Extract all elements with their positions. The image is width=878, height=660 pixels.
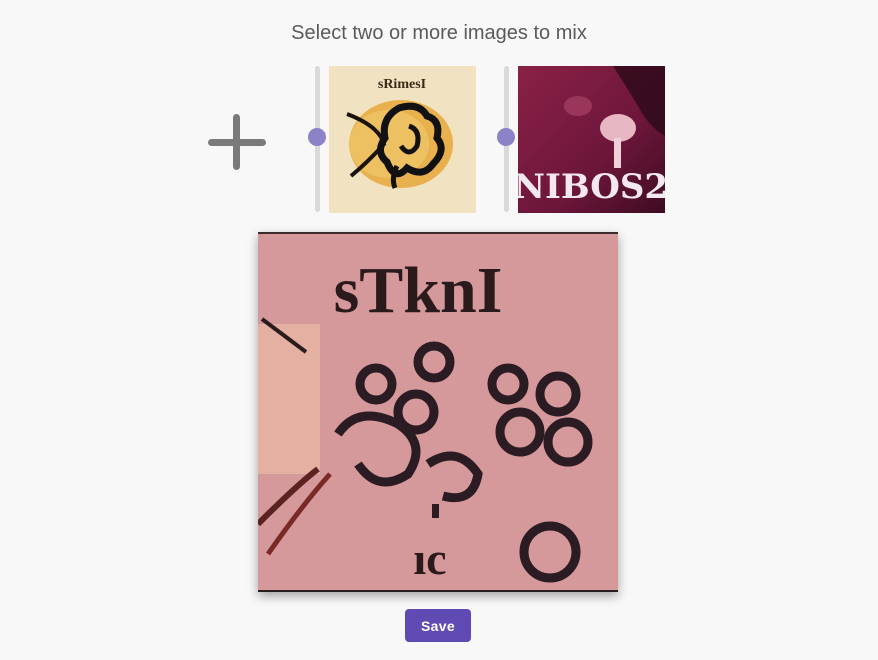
page-title: Select two or more images to mix (291, 22, 587, 44)
image-mixer-page: Select two or more images to mix sRimesI (0, 0, 878, 660)
slider-thumb[interactable] (497, 128, 515, 146)
source-image-1-art: sRimesI (329, 66, 476, 213)
add-image-button[interactable] (206, 112, 268, 174)
plus-icon (208, 114, 266, 170)
slider-thumb[interactable] (308, 128, 326, 146)
mixed-result-image: sTknI ıc (258, 232, 618, 592)
source-image-1-caption: sRimesI (378, 77, 426, 92)
source-image-1[interactable]: sRimesI (329, 66, 476, 213)
mix-weight-slider-1[interactable] (307, 66, 327, 212)
result-caption: sTknI (334, 254, 503, 327)
save-button[interactable]: Save (405, 609, 471, 642)
mixed-result-art: sTknI ıc (258, 234, 618, 590)
mix-weight-slider-2[interactable] (496, 66, 516, 212)
svg-text:ıc: ıc (413, 533, 446, 584)
source-image-2-caption: NIBOS2 (518, 167, 665, 207)
source-image-2-art: NIBOS2 (518, 66, 665, 213)
source-image-2[interactable]: NIBOS2 (518, 66, 665, 213)
